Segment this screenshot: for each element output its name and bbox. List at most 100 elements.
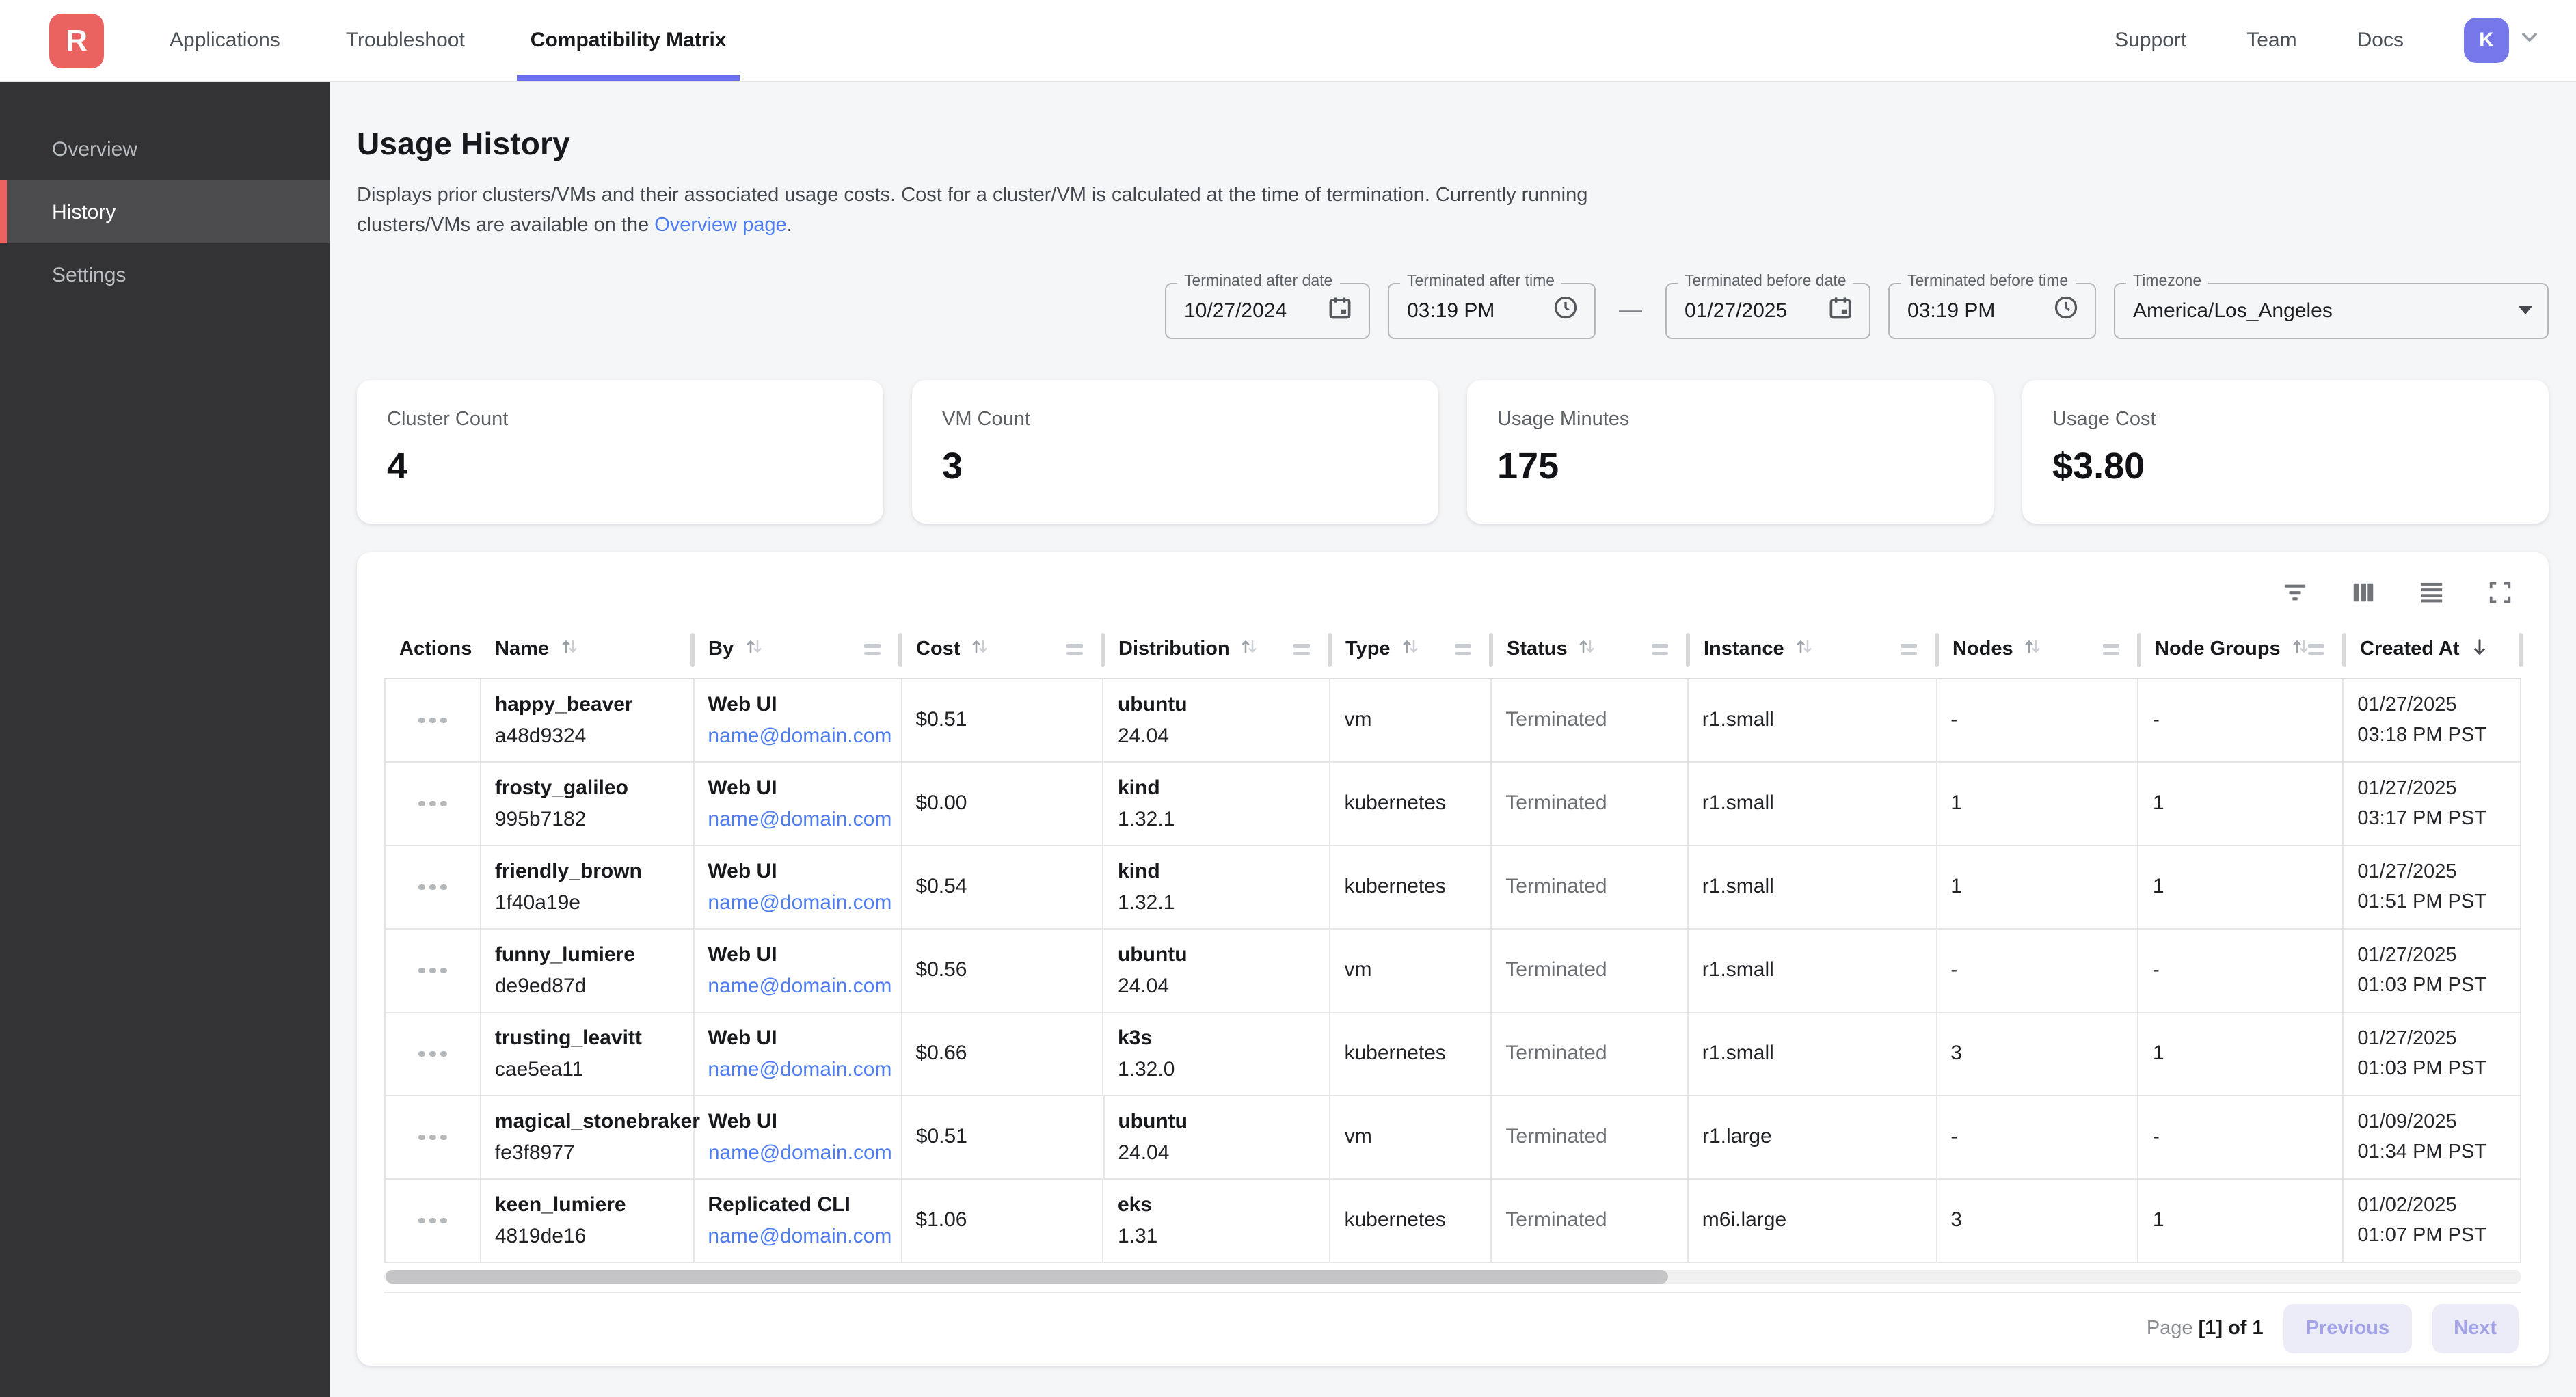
row-actions-button[interactable] [413,795,452,812]
clock-icon[interactable] [1552,294,1579,328]
sidebar-item-settings[interactable]: Settings [0,243,330,306]
sort-icon[interactable] [1400,638,1421,662]
clock-icon[interactable] [2052,294,2080,328]
cell-name: keen_lumiere4819de16 [481,1180,695,1262]
app-window: R Applications Troubleshoot Compatibilit… [0,0,2576,1397]
timezone-select[interactable]: Timezone America/Los_Angeles [2114,283,2549,339]
cell-created-at: 01/27/202501:03 PM PST [2344,930,2520,1012]
filter-icon[interactable] [2279,577,2311,608]
page-frame: Overview History Settings Usage History … [0,82,2576,1397]
row-actions-button[interactable] [413,878,452,895]
cell-type: kubernetes [1331,1180,1492,1262]
tab-compatibility-matrix[interactable]: Compatibility Matrix [528,0,729,81]
col-header-by[interactable]: By [693,622,901,678]
sort-desc-icon[interactable] [2469,637,2490,663]
nav-link-team[interactable]: Team [2246,29,2296,52]
cell-instance: r1.large [1689,1096,1937,1178]
sort-icon[interactable] [1577,638,1598,662]
column-menu-icon[interactable] [2308,645,2324,655]
row-actions-button[interactable] [413,711,452,729]
scrollbar-thumb[interactable] [386,1270,1668,1284]
by-email-link[interactable]: name@domain.com [708,808,887,831]
col-header-node-groups[interactable]: Node Groups [2140,622,2345,678]
sort-icon[interactable] [559,638,579,662]
cell-by: Web UIname@domain.com [694,846,902,928]
cell-name: funny_lumierede9ed87d [481,930,695,1012]
cell-node-groups: - [2139,1096,2344,1178]
density-icon[interactable] [2416,577,2447,608]
sidebar-item-history[interactable]: History [0,180,330,243]
cell-instance: r1.small [1689,679,1937,761]
cell-node-groups: - [2139,679,2344,761]
next-page-button[interactable]: Next [2432,1305,2519,1354]
cell-type: kubernetes [1331,763,1492,845]
col-header-instance[interactable]: Instance [1689,622,1937,678]
sort-icon[interactable] [1794,638,1814,662]
sort-icon[interactable] [2023,638,2043,662]
nav-right: Support Team Docs K [2115,18,2540,63]
sort-icon[interactable] [1239,638,1260,662]
column-menu-icon[interactable] [1066,645,1083,655]
nav-link-support[interactable]: Support [2115,29,2186,52]
column-menu-icon[interactable] [1652,645,1668,655]
col-header-distribution[interactable]: Distribution [1103,622,1330,678]
row-actions-button[interactable] [413,1212,452,1229]
col-header-name[interactable]: Name [480,622,693,678]
nav-link-docs[interactable]: Docs [2357,29,2404,52]
row-actions-button[interactable] [413,1045,452,1062]
sidebar: Overview History Settings [0,82,330,1397]
column-menu-icon[interactable] [1901,645,1917,655]
col-header-created-at[interactable]: Created At [2345,622,2521,678]
col-header-nodes[interactable]: Nodes [1937,622,2140,678]
sort-icon[interactable] [969,638,990,662]
by-email-link[interactable]: name@domain.com [708,1058,887,1081]
cell-status: Terminated [1492,763,1689,845]
col-header-cost[interactable]: Cost [901,622,1103,678]
cell-nodes: - [1937,930,2139,1012]
avatar[interactable]: K [2464,18,2509,63]
by-email-link[interactable]: name@domain.com [708,1141,887,1165]
terminated-after-date-field[interactable]: Terminated after date 10/27/2024 [1165,283,1370,339]
cell-nodes: 3 [1937,1180,2139,1262]
account-menu[interactable]: K [2464,18,2540,63]
cell-nodes: - [1937,679,2139,761]
cell-cost: $0.56 [902,930,1104,1012]
row-actions-button[interactable] [413,1128,452,1145]
top-nav: R Applications Troubleshoot Compatibilit… [0,0,2576,82]
col-header-status[interactable]: Status [1492,622,1689,678]
by-email-link[interactable]: name@domain.com [708,891,887,914]
cell-nodes: 1 [1937,846,2139,928]
cell-distribution: ubuntu24.04 [1104,679,1331,761]
tab-troubleshoot[interactable]: Troubleshoot [343,0,468,81]
cell-distribution: ubuntu24.04 [1104,1096,1330,1178]
terminated-before-date-field[interactable]: Terminated before date 01/27/2025 [1665,283,1870,339]
calendar-icon[interactable] [1326,294,1354,328]
by-email-link[interactable]: name@domain.com [708,975,887,998]
sidebar-item-overview[interactable]: Overview [0,118,330,180]
column-separator[interactable] [2519,633,2523,667]
cell-cost: $0.66 [902,1013,1104,1095]
column-menu-icon[interactable] [1293,645,1310,655]
cell-cost: $0.54 [902,846,1104,928]
sort-icon[interactable] [743,638,764,662]
previous-page-button[interactable]: Previous [2284,1305,2412,1354]
app-logo[interactable]: R [49,13,104,68]
by-email-link[interactable]: name@domain.com [708,724,887,748]
columns-icon[interactable] [2348,577,2379,608]
by-email-link[interactable]: name@domain.com [708,1225,887,1248]
overview-page-link[interactable]: Overview page [654,215,786,237]
calendar-icon[interactable] [1827,294,1854,328]
stat-card-usage-minutes: Usage Minutes 175 [1467,380,1994,524]
terminated-after-time-field[interactable]: Terminated after time 03:19 PM [1388,283,1596,339]
cell-node-groups: 1 [2139,846,2344,928]
row-actions-button[interactable] [413,962,452,979]
column-menu-icon[interactable] [1455,645,1471,655]
column-menu-icon[interactable] [864,645,881,655]
col-header-type[interactable]: Type [1330,622,1492,678]
fullscreen-icon[interactable] [2484,577,2516,608]
cell-distribution: k3s1.32.0 [1104,1013,1331,1095]
column-menu-icon[interactable] [2103,645,2119,655]
tab-applications[interactable]: Applications [167,0,283,81]
cell-by: Web UIname@domain.com [695,1096,902,1178]
terminated-before-time-field[interactable]: Terminated before time 03:19 PM [1888,283,2096,339]
